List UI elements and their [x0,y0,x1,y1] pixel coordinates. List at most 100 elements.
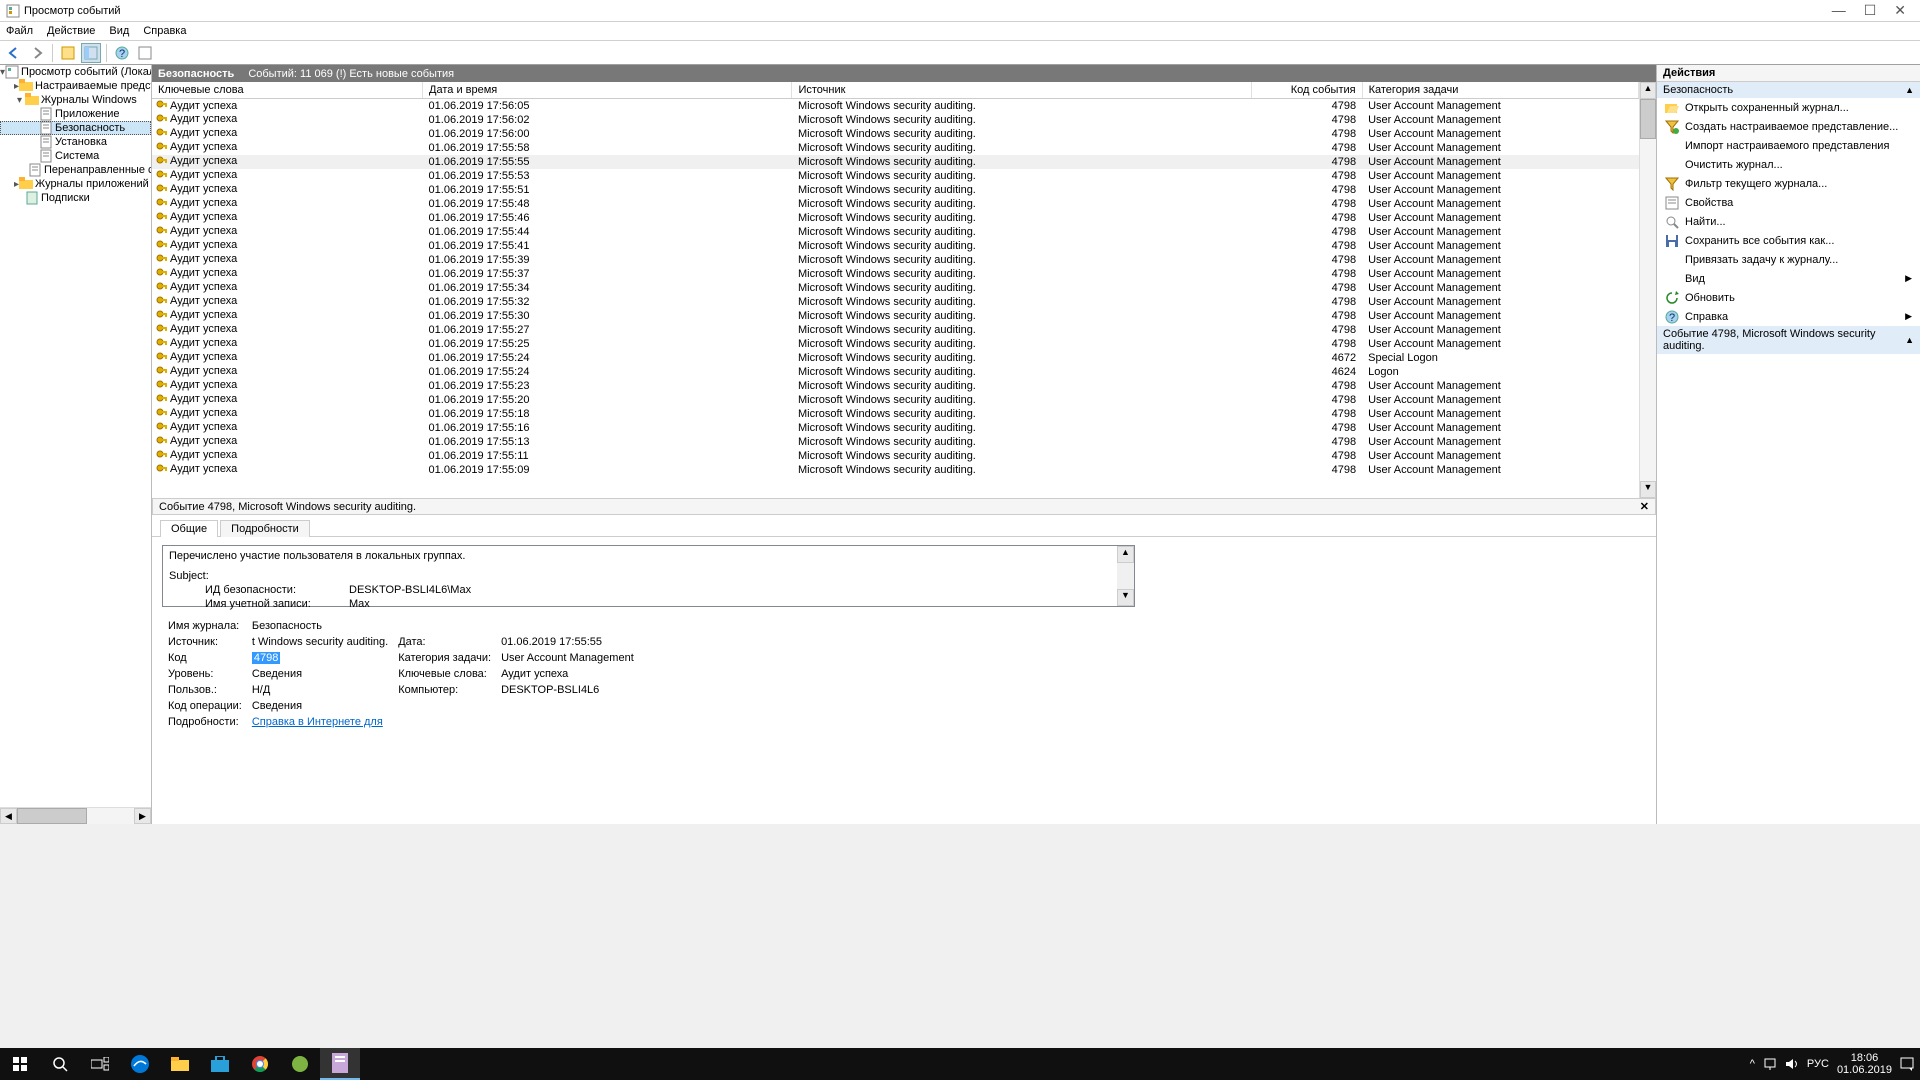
actions-section-event[interactable]: Событие 4798, Microsoft Windows security… [1657,326,1920,354]
taskbar[interactable]: ^ РУС 18:06 01.06.2019 [0,1048,1920,1080]
action-item[interactable]: ?Справка▶ [1657,307,1920,326]
event-row[interactable]: Аудит успеха01.06.2019 17:56:02Microsoft… [152,113,1639,127]
nav-tree[interactable]: ▾Просмотр событий (Локальн▸Настраиваемые… [0,65,152,824]
column-header[interactable]: Категория задачи [1362,82,1638,99]
store-icon[interactable] [200,1048,240,1080]
event-row[interactable]: Аудит успеха01.06.2019 17:55:53Microsoft… [152,169,1639,183]
event-row[interactable]: Аудит успеха01.06.2019 17:55:44Microsoft… [152,225,1639,239]
tab-details[interactable]: Подробности [220,520,310,537]
event-row[interactable]: Аудит успеха01.06.2019 17:55:11Microsoft… [152,449,1639,463]
action-item[interactable]: Создать настраиваемое представление... [1657,117,1920,136]
event-row[interactable]: Аудит успеха01.06.2019 17:55:27Microsoft… [152,323,1639,337]
chrome-icon[interactable] [240,1048,280,1080]
menu-view[interactable]: Вид [109,25,129,37]
menu-help[interactable]: Справка [143,25,186,37]
nav-item[interactable]: ▾Просмотр событий (Локальн [0,65,151,79]
action-item[interactable]: Сохранить все события как... [1657,231,1920,250]
event-row[interactable]: Аудит успеха01.06.2019 17:55:55Microsoft… [152,155,1639,169]
scroll-left-button[interactable]: ◀ [0,808,17,824]
event-row[interactable]: Аудит успеха01.06.2019 17:56:00Microsoft… [152,127,1639,141]
action-item[interactable]: Импорт настраиваемого представления [1657,136,1920,155]
event-row[interactable]: Аудит успеха01.06.2019 17:55:51Microsoft… [152,183,1639,197]
event-row[interactable]: Аудит успеха01.06.2019 17:55:25Microsoft… [152,337,1639,351]
actions-section-log[interactable]: Безопасность ▲ [1657,82,1920,98]
explorer-icon[interactable] [160,1048,200,1080]
scroll-up-button[interactable]: ▲ [1117,546,1134,563]
scroll-right-button[interactable]: ▶ [134,808,151,824]
maximize-button[interactable]: ☐ [1864,2,1877,19]
event-grid[interactable]: Ключевые словаДата и времяИсточникКод со… [152,82,1639,498]
extra-button[interactable] [135,43,155,63]
event-row[interactable]: Аудит успеха01.06.2019 17:55:23Microsoft… [152,379,1639,393]
action-item[interactable]: Найти... [1657,212,1920,231]
notifications-icon[interactable] [1900,1057,1914,1071]
event-row[interactable]: Аудит успеха01.06.2019 17:55:09Microsoft… [152,463,1639,477]
action-item[interactable]: Свойства [1657,193,1920,212]
column-header[interactable]: Источник [792,82,1252,99]
column-header[interactable]: Код события [1252,82,1363,99]
tab-general[interactable]: Общие [160,520,218,537]
minimize-button[interactable]: — [1832,2,1846,19]
scroll-down-button[interactable]: ▼ [1117,589,1134,606]
event-row[interactable]: Аудит успеха01.06.2019 17:55:46Microsoft… [152,211,1639,225]
nav-item[interactable]: ▸Журналы приложений и сл [0,177,151,191]
eventviewer-taskbar-icon[interactable] [320,1048,360,1080]
scroll-thumb[interactable] [17,808,87,824]
search-button[interactable] [40,1048,80,1080]
event-row[interactable]: Аудит успеха01.06.2019 17:55:32Microsoft… [152,295,1639,309]
event-row[interactable]: Аудит успеха01.06.2019 17:55:34Microsoft… [152,281,1639,295]
event-row[interactable]: Аудит успеха01.06.2019 17:55:24Microsoft… [152,351,1639,365]
event-row[interactable]: Аудит успеха01.06.2019 17:55:24Microsoft… [152,365,1639,379]
event-row[interactable]: Аудит успеха01.06.2019 17:56:05Microsoft… [152,99,1639,113]
nav-item[interactable]: Перенаправленные соб [0,163,151,177]
expand-icon[interactable]: ▾ [14,95,25,106]
event-row[interactable]: Аудит успеха01.06.2019 17:55:18Microsoft… [152,407,1639,421]
taskview-button[interactable] [80,1048,120,1080]
action-item[interactable]: Открыть сохраненный журнал... [1657,98,1920,117]
menu-file[interactable]: Файл [6,25,33,37]
lang-indicator[interactable]: РУС [1807,1058,1829,1070]
start-button[interactable] [0,1048,40,1080]
nav-item[interactable]: ▾Журналы Windows [0,93,151,107]
action-item[interactable]: Вид▶ [1657,269,1920,288]
help-button[interactable]: ? [112,43,132,63]
column-header[interactable]: Дата и время [423,82,792,99]
nav-fwd-button[interactable] [27,43,47,63]
event-row[interactable]: Аудит успеха01.06.2019 17:55:30Microsoft… [152,309,1639,323]
nav-item[interactable]: Приложение [0,107,151,121]
action-item[interactable]: Очистить журнал... [1657,155,1920,174]
event-row[interactable]: Аудит успеха01.06.2019 17:55:20Microsoft… [152,393,1639,407]
toggle-pane-button[interactable] [81,43,101,63]
menu-action[interactable]: Действие [47,25,95,37]
nav-scrollbar[interactable]: ◀ ▶ [0,807,151,824]
event-row[interactable]: Аудит успеха01.06.2019 17:55:37Microsoft… [152,267,1639,281]
show-tree-button[interactable] [58,43,78,63]
scroll-thumb[interactable] [1640,99,1656,139]
event-row[interactable]: Аудит успеха01.06.2019 17:55:58Microsoft… [152,141,1639,155]
action-item[interactable]: Обновить [1657,288,1920,307]
nav-item[interactable]: Система [0,149,151,163]
action-item[interactable]: Фильтр текущего журнала... [1657,174,1920,193]
action-item[interactable]: Привязать задачу к журналу... [1657,250,1920,269]
scroll-down-button[interactable]: ▼ [1640,481,1656,498]
online-help-link[interactable]: Справка в Интернете для [252,716,383,728]
grid-scrollbar[interactable]: ▲ ▼ [1639,82,1656,498]
nav-item[interactable]: Подписки [0,191,151,205]
edge-icon[interactable] [120,1048,160,1080]
tray-chevron-icon[interactable]: ^ [1750,1058,1755,1070]
scroll-up-button[interactable]: ▲ [1640,82,1656,99]
nav-item[interactable]: Установка [0,135,151,149]
tray-clock[interactable]: 18:06 01.06.2019 [1837,1052,1892,1076]
close-button[interactable]: ✕ [1894,2,1906,19]
column-header[interactable]: Ключевые слова [152,82,423,99]
nav-item[interactable]: ▸Настраиваемые представле [0,79,151,93]
event-row[interactable]: Аудит успеха01.06.2019 17:55:48Microsoft… [152,197,1639,211]
network-icon[interactable] [1763,1057,1777,1071]
detail-close-button[interactable]: ✕ [1640,500,1649,513]
volume-icon[interactable] [1785,1057,1799,1071]
nav-back-button[interactable] [4,43,24,63]
app-icon[interactable] [280,1048,320,1080]
scroll-track[interactable] [1117,563,1134,589]
system-tray[interactable]: ^ РУС 18:06 01.06.2019 [1750,1052,1920,1076]
event-row[interactable]: Аудит успеха01.06.2019 17:55:13Microsoft… [152,435,1639,449]
